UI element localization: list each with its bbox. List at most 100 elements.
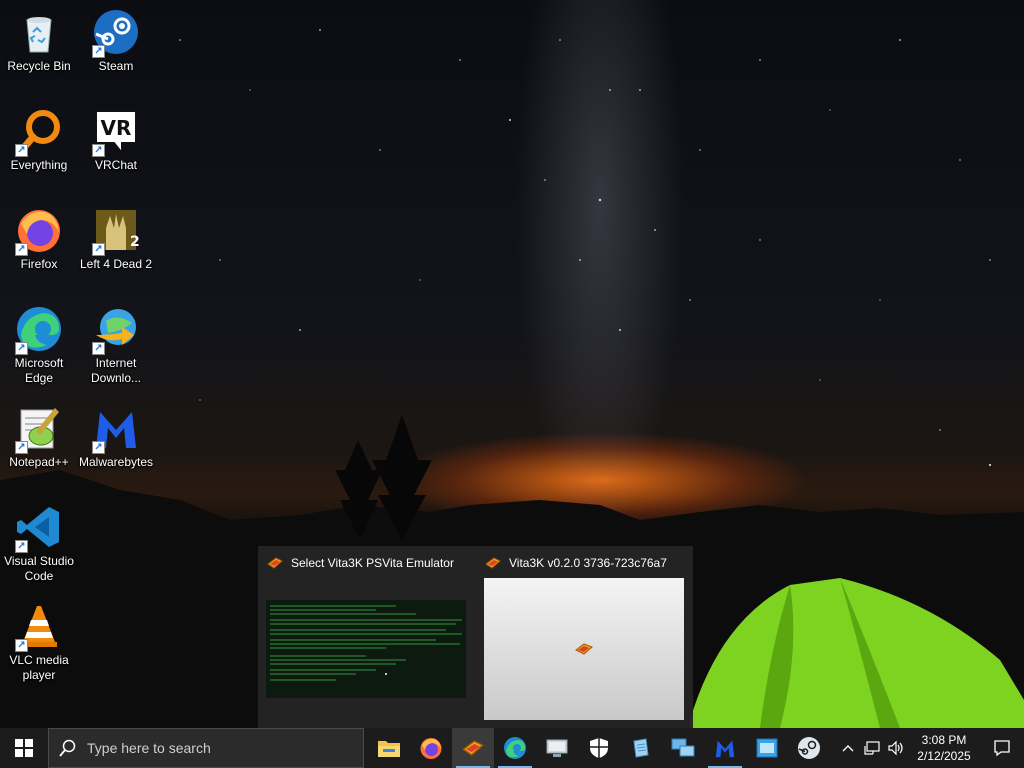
taskbar-remote-desktop[interactable] [536,728,578,768]
notification-icon [994,740,1010,757]
desktop-icon-everything[interactable]: ↗ Everything [0,101,78,193]
desktop-icon-vlc[interactable]: ↗ VLC media player [0,596,78,688]
folder-icon [378,741,400,757]
thumbnail-title-text: Select Vita3K PSVita Emulator [291,556,454,570]
vita3k-window-preview [484,578,684,720]
desktop-icon-firefox[interactable]: ↗ Firefox [0,200,78,292]
clock-date: 2/12/2025 [917,749,971,763]
desktop-icon-label: Everything [10,158,68,172]
vscode-icon: ↗ [15,503,63,553]
desktop-icon-recycle-bin[interactable]: Recycle Bin [0,2,78,94]
action-center-button[interactable] [980,728,1024,768]
taskbar-search-box[interactable] [48,728,364,768]
thumbnail-vita3k-main[interactable]: Vita3K v0.2.0 3736-723c76a7 [476,546,692,728]
desktop-icon-label: Recycle Bin [7,59,71,73]
desktop-icon-left-4-dead-2[interactable]: 2 ↗ Left 4 Dead 2 [77,200,155,292]
taskbar-vita3k[interactable] [452,728,494,768]
shortcut-arrow-icon: ↗ [92,441,105,454]
shortcut-arrow-icon: ↗ [15,342,28,355]
desktop-icon-notepad-plus-plus[interactable]: ↗ Notepad++ [0,398,78,490]
taskbar-malwarebytes[interactable] [704,728,746,768]
shortcut-arrow-icon: ↗ [15,243,28,256]
steam-icon [798,737,820,759]
desktop-icon-microsoft-edge[interactable]: ↗ Microsoft Edge [0,299,78,391]
shortcut-arrow-icon: ↗ [92,342,105,355]
taskbar: 3:08 PM 2/12/2025 [0,728,1024,768]
taskbar-network-connections[interactable] [662,728,704,768]
network-icon [671,738,695,757]
desktop-icon-label: Visual Studio Code [4,554,74,583]
desktop-icon-steam[interactable]: ↗ Steam [77,2,155,94]
desktop-icon-label: Steam [98,59,134,73]
shortcut-arrow-icon: ↗ [15,639,28,652]
network-wired-icon [864,741,880,755]
malwarebytes-icon: ↗ [92,404,140,454]
stars [179,29,992,467]
desktop-icon-internet-download-manager[interactable]: ↗ Internet Downlo... [77,299,155,391]
shortcut-arrow-icon: ↗ [92,45,105,58]
notepad-plus-plus-icon: ↗ [15,404,63,454]
desktop-icon-label: Microsoft Edge [14,356,64,385]
app-window-icon [756,738,778,758]
start-button[interactable] [0,728,48,768]
desktop-icon-label: VRChat [94,158,138,172]
desktop-icon-label: Left 4 Dead 2 [79,257,153,271]
desktop-icon-vrchat[interactable]: VR ↗ VRChat [77,101,155,193]
taskbar-firefox[interactable] [410,728,452,768]
desktop-icon-vscode[interactable]: ↗ Visual Studio Code [0,497,78,589]
vrchat-logo-text: VR [101,116,132,140]
left-4-dead-2-icon: 2 ↗ [92,206,140,256]
thumbnail-title-text: Vita3K v0.2.0 3736-723c76a7 [509,556,667,570]
network-tray-button[interactable] [860,728,884,768]
thumbnail-title: Select Vita3K PSVita Emulator [266,554,454,572]
vita3k-icon [462,740,484,756]
desktop-icon-label: VLC media player [9,653,69,682]
taskbar-file-explorer[interactable] [368,728,410,768]
recycle-bin-icon [15,8,63,56]
shortcut-arrow-icon: ↗ [15,144,28,157]
console-window-preview [266,600,466,698]
show-hidden-icons-button[interactable] [836,728,860,768]
vita3k-icon [485,557,501,569]
svg-text:2: 2 [130,234,140,250]
taskbar-app-window[interactable] [746,728,788,768]
taskbar-thumbnail-popup: Select Vita3K PSVita Emulator Vita3K v0.… [258,546,693,728]
desktop-icon-label: Notepad++ [9,455,69,469]
vita3k-icon [267,557,283,569]
shortcut-arrow-icon: ↗ [15,441,28,454]
speaker-icon [888,740,903,756]
shortcut-arrow-icon: ↗ [92,243,105,256]
edge-icon: ↗ [15,305,63,355]
shortcut-arrow-icon: ↗ [92,144,105,157]
chevron-up-icon [842,745,854,752]
desktop-icon-label: Malwarebytes [78,455,154,469]
desktop-icon-label: Firefox [20,257,58,271]
desktop-icon-malwarebytes[interactable]: ↗ Malwarebytes [77,398,155,490]
search-icon [59,739,76,757]
taskbar-edge[interactable] [494,728,536,768]
steam-icon: ↗ [92,8,140,58]
remote-desktop-icon [546,739,568,757]
internet-download-manager-icon: ↗ [92,305,140,355]
edge-icon [504,737,526,759]
vita3k-splash-icon [575,643,593,655]
firefox-icon [420,738,442,759]
system-tray: 3:08 PM 2/12/2025 [836,728,1024,768]
shortcut-arrow-icon: ↗ [15,540,28,553]
desktop-icon-label: Internet Downlo... [90,356,142,385]
shield-icon [590,738,608,758]
vrchat-icon: VR ↗ [92,107,140,157]
thumbnail-title: Vita3K v0.2.0 3736-723c76a7 [484,554,667,572]
taskbar-clock[interactable]: 3:08 PM 2/12/2025 [908,732,980,764]
vlc-icon: ↗ [15,602,63,652]
volume-tray-button[interactable] [884,728,908,768]
taskbar-notepad[interactable] [620,728,662,768]
malwarebytes-icon [715,740,735,758]
search-input[interactable] [87,740,347,756]
clock-time: 3:08 PM [921,733,967,747]
everything-icon: ↗ [15,107,63,157]
taskbar-steam[interactable] [788,728,830,768]
thumbnail-select-vita3k[interactable]: Select Vita3K PSVita Emulator [258,546,474,728]
notepad-icon [633,738,649,758]
taskbar-windows-security[interactable] [578,728,620,768]
